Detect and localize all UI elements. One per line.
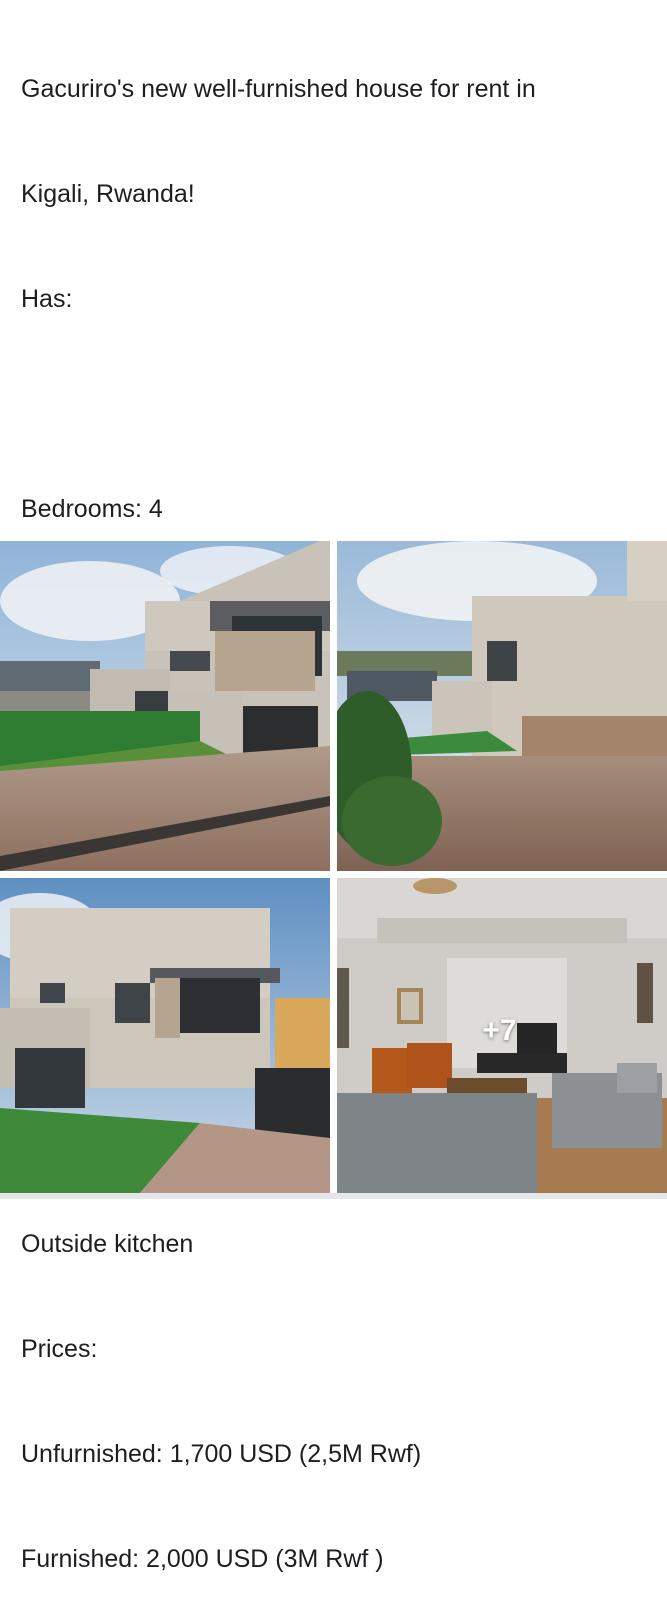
photo-house-side[interactable]	[337, 541, 667, 871]
photo-house-front[interactable]	[0, 541, 330, 871]
post-text-line: Has:	[21, 285, 73, 313]
post-title-line: Kigali, Rwanda!	[21, 180, 195, 208]
more-photos-overlay[interactable]: +7	[337, 878, 667, 1193]
post-text-line: Outside kitchen	[21, 1230, 194, 1258]
photo-house-rear[interactable]	[0, 878, 330, 1193]
post-title-line: Gacuriro's new well-furnished house for …	[21, 75, 536, 103]
price-line: Unfurnished: 1,700 USD (2,5M Rwf)	[21, 1440, 422, 1468]
post-text-line: Prices:	[21, 1335, 98, 1363]
photo-house-side-image	[337, 541, 667, 871]
photo-house-rear-image	[0, 878, 330, 1193]
more-photos-count: +7	[482, 1013, 517, 1047]
bottom-divider	[0, 1193, 667, 1199]
photo-living-room[interactable]: +7	[337, 878, 667, 1193]
post-text-line: Bedrooms: 4	[21, 495, 163, 523]
price-line: Furnished: 2,000 USD (3M Rwf )	[21, 1545, 384, 1573]
photo-grid: +7	[0, 541, 667, 1193]
photo-house-front-image	[0, 541, 330, 871]
